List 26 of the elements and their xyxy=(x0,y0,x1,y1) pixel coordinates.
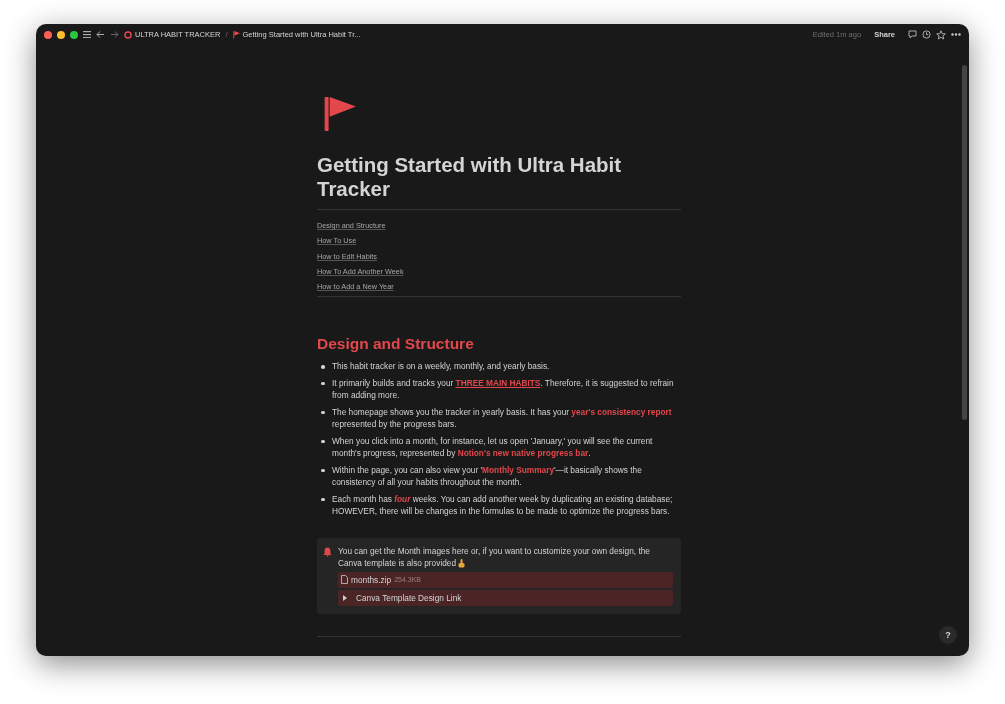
back-arrow-icon[interactable] xyxy=(96,31,105,38)
clock-icon[interactable] xyxy=(922,30,931,39)
callout-text: You can get the Month images here or, if you want to customize your own design, the Canva template is also provided xyxy=(338,544,651,570)
comment-icon[interactable] xyxy=(908,30,917,39)
bullet-item: When you click into a month, for instance, let us open 'January,' you will see the current month's progress, represented by Notion's new native progress bar. xyxy=(317,434,681,460)
bullet-item: Each month has four weeks. You can add another week by duplicating an existing database; HOWEVER, there will be changes in the formulas to be made to optimize the progress bars. xyxy=(317,492,681,518)
bullet-item: The homepage shows you the tracker in yearly basis. It has your year's consistency report represented by the progress bars. xyxy=(317,405,681,431)
bullet-item: Within the page, you can also view your 'Monthly Summary'—it basically shows the consistency of all your habits throughout the month. xyxy=(317,463,681,489)
page-title: Getting Started with Ultra Habit Tracker xyxy=(317,153,623,201)
bullet-item: This habit tracker is on a weekly, monthly, and yearly basis. xyxy=(317,360,681,373)
pointing-hand-icon xyxy=(458,559,466,569)
scrollbar[interactable] xyxy=(962,65,967,420)
bell-icon xyxy=(323,546,332,557)
toggle-block[interactable]: Canva Template Design Link xyxy=(338,590,673,607)
bullet-item: It primarily builds and tracks your THREE MAIN HABITS. Therefore, it is suggested to refrain from adding more. xyxy=(317,376,681,402)
star-icon[interactable] xyxy=(936,29,946,40)
ring-icon xyxy=(124,30,132,39)
menu-icon[interactable] xyxy=(83,31,91,38)
file-name: months.zip xyxy=(351,573,392,586)
file-icon xyxy=(341,575,348,585)
section-heading: Design and Structure xyxy=(317,335,475,355)
help-button[interactable]: ? xyxy=(939,626,957,644)
forward-arrow-icon[interactable] xyxy=(110,31,119,38)
flag-icon xyxy=(323,97,356,131)
flag-icon xyxy=(232,30,240,39)
more-icon[interactable] xyxy=(951,33,961,36)
